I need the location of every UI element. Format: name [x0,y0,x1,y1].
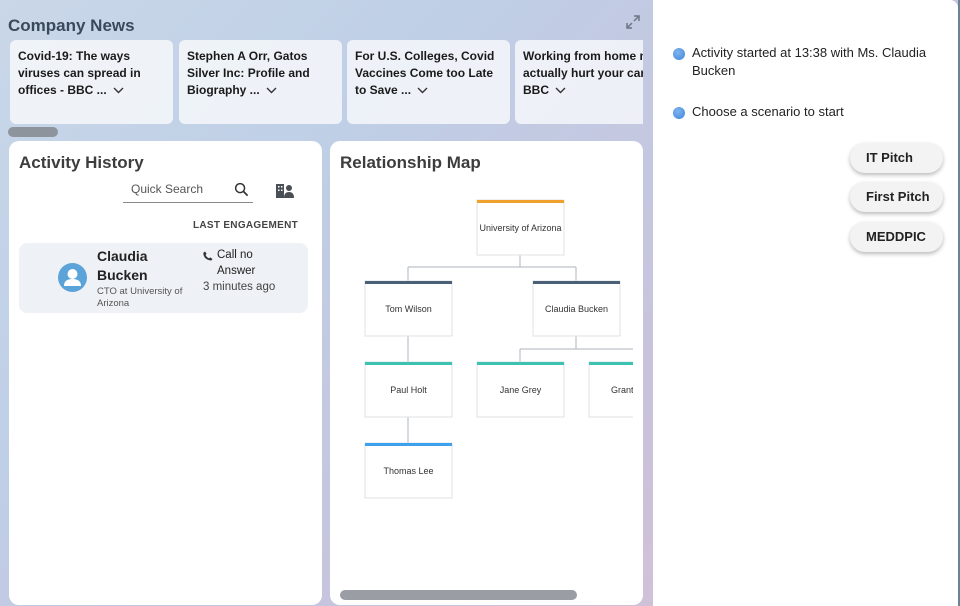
node-label: Claudia Bucken [545,304,608,314]
news-headline: Stephen A Orr, Gatos Silver Inc: Profile… [187,49,310,97]
news-card[interactable]: For U.S. Colleges, Covid Vaccines Come t… [347,40,510,124]
avatar [58,263,87,292]
expand-icon[interactable] [625,14,641,30]
node-label: Paul Holt [390,385,427,395]
contact-filter-icon[interactable] [275,181,295,199]
company-news-title: Company News [8,16,135,35]
last-engagement-header: LAST ENGAGEMENT [192,220,298,231]
node-accent-bar [365,281,452,284]
quick-search-input[interactable]: Quick Search [123,179,253,203]
chevron-down-icon[interactable] [266,87,277,94]
org-node-paul-holt[interactable]: Paul Holt [364,361,453,418]
activity-history-panel: Activity History Quick Search LAST ENGAG… [9,141,322,605]
assistant-message: Choose a scenario to start [692,104,844,119]
chevron-down-icon[interactable] [555,87,566,94]
org-node-grant[interactable]: Grant [588,361,633,418]
node-label: University of Arizona [479,223,561,233]
message-dot-icon [673,107,685,119]
scenario-button-first-pitch[interactable]: First Pitch [850,182,943,212]
node-label: Thomas Lee [383,466,433,476]
chevron-down-icon[interactable] [113,87,124,94]
message-dot-icon [673,48,685,60]
org-node-thomas-lee[interactable]: Thomas Lee [364,442,453,499]
node-accent-bar [365,443,452,446]
activity-history-title: Activity History [19,153,144,172]
search-placeholder: Quick Search [131,182,204,196]
scenario-button-meddpic[interactable]: MEDDPIC [850,222,943,252]
contact-role: CTO at University of Arizona [97,286,183,309]
person-icon [64,269,81,286]
engagement-type: Call no Answer [217,249,256,277]
news-headline: Working from home may actually hurt your… [523,49,643,97]
assistant-panel: Activity started at 13:38 with Ms. Claud… [653,0,958,606]
relationship-map-panel: Relationship Map University of Arizona T… [330,141,643,605]
news-card[interactable]: Working from home may actually hurt your… [515,40,643,124]
news-scrollbar[interactable] [8,127,58,137]
node-accent-bar [477,362,564,365]
org-node-tom-wilson[interactable]: Tom Wilson [364,280,453,337]
node-label: Grant [611,385,633,395]
node-label: Tom Wilson [385,304,432,314]
search-icon[interactable] [234,182,249,197]
assistant-message: Activity started at 13:38 with Ms. Claud… [692,45,927,78]
node-accent-bar [533,281,620,284]
news-carousel: Covid-19: The ways viruses can spread in… [10,40,643,126]
org-chart: University of Arizona Tom Wilson Claudia… [364,199,633,499]
engagement-time: 3 minutes ago [203,281,276,293]
org-node-root[interactable]: University of Arizona [476,199,565,256]
org-node-claudia-bucken[interactable]: Claudia Bucken [532,280,621,337]
node-accent-bar [477,200,564,203]
node-label: Jane Grey [500,385,542,395]
node-accent-bar [589,362,633,365]
contact-name[interactable]: Claudia Bucken [97,247,177,285]
chevron-down-icon[interactable] [417,87,428,94]
dashboard-area: Company News Covid-19: The ways viruses … [0,0,653,606]
org-node-jane-grey[interactable]: Jane Grey [476,361,565,418]
activity-row[interactable]: Claudia Bucken CTO at University of Ariz… [19,243,308,313]
news-card[interactable]: Covid-19: The ways viruses can spread in… [10,40,173,124]
phone-icon [203,251,213,261]
node-accent-bar [365,362,452,365]
map-scrollbar[interactable] [340,590,577,600]
scenario-button-it-pitch[interactable]: IT Pitch [850,143,943,173]
news-card[interactable]: Stephen A Orr, Gatos Silver Inc: Profile… [179,40,342,124]
